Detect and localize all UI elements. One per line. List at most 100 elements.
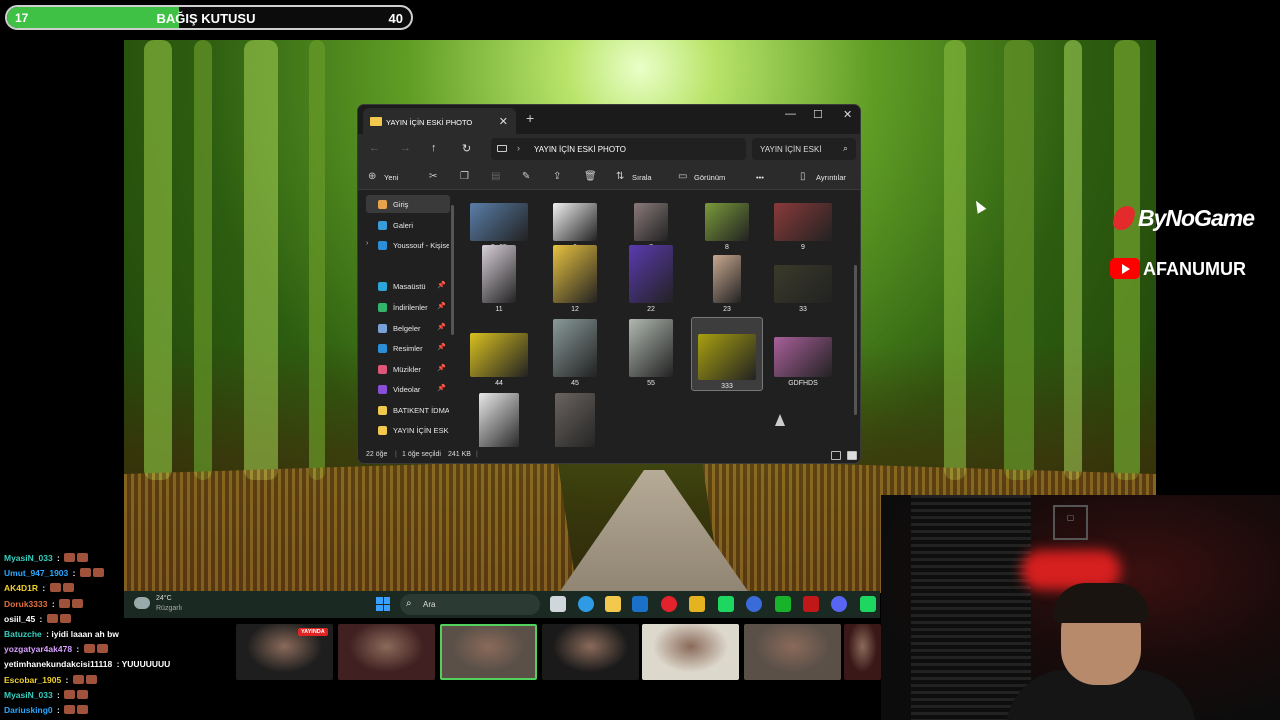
chrome-icon[interactable] <box>689 596 705 612</box>
sidebar-item[interactable]: Müzikler 📌 <box>366 360 450 378</box>
file-item[interactable]: 45 <box>539 317 611 387</box>
copy-icon[interactable]: ❐ <box>460 171 469 182</box>
navigation-scrollbar[interactable] <box>451 205 454 335</box>
sidebar-item[interactable]: BATIKENT İDMAN <box>366 401 450 419</box>
sidebar-item[interactable]: YAYIN İÇİN ESKİ <box>366 421 450 439</box>
file-item[interactable]: 44 <box>463 317 535 387</box>
opera-icon[interactable] <box>661 596 677 612</box>
image-thumbnail <box>555 393 595 449</box>
file-name: 55 <box>647 380 655 387</box>
file-item[interactable] <box>463 391 535 449</box>
search-icon: ⌕ <box>842 143 848 153</box>
chat-username[interactable]: MyasiN_033 <box>4 553 53 563</box>
sidebar-item[interactable]: Belgeler 📌 <box>366 319 450 337</box>
file-item[interactable]: 9 <box>767 191 839 251</box>
breadcrumb[interactable]: YAYIN İÇİN ESKİ PHOTO <box>534 145 626 154</box>
channel-thumbnail[interactable] <box>844 624 881 680</box>
sidebar-item[interactable]: Resimler 📌 <box>366 339 450 357</box>
search-input[interactable]: YAYIN İÇİN ESKİ ⌕ <box>752 138 856 160</box>
chat-username[interactable]: Escobar_1905 <box>4 675 61 685</box>
share-icon[interactable]: ⇪ <box>553 171 561 182</box>
file-explorer-icon[interactable] <box>605 596 621 612</box>
red-app-icon[interactable] <box>803 596 819 612</box>
file-explorer-window[interactable]: YAYIN İÇİN ESKİ PHOTO ✕ + — ☐ ✕ ← → ↑ ↻ … <box>357 104 861 464</box>
address-bar-row: ← → ↑ ↻ › YAYIN İÇİN ESKİ PHOTO YAYIN İÇ… <box>358 134 860 166</box>
spotify-icon[interactable] <box>718 596 734 612</box>
chat-username[interactable]: Dariusking0 <box>4 705 53 715</box>
start-button[interactable] <box>376 597 390 611</box>
sidebar-item[interactable]: Galeri <box>366 216 450 234</box>
file-item[interactable] <box>539 391 611 449</box>
sidebar-item[interactable]: › Youssouf - Kişisel <box>366 236 450 254</box>
details-button[interactable]: Ayrıntılar <box>816 173 846 182</box>
file-item[interactable]: 22 <box>615 243 687 313</box>
chat-username[interactable]: Batuzche <box>4 629 42 639</box>
tab-close-icon[interactable]: ✕ <box>499 115 508 128</box>
taskbar-search[interactable]: ⌕ Ara <box>400 594 540 615</box>
minimize-button[interactable]: — <box>785 108 796 120</box>
file-item[interactable]: 5+65 <box>463 191 535 251</box>
file-item[interactable]: 6 <box>539 191 611 251</box>
back-button[interactable]: ← <box>369 142 380 154</box>
chat-username[interactable]: osiil_45 <box>4 614 35 624</box>
file-item[interactable]: 23 <box>691 243 763 313</box>
paste-icon[interactable]: ▤ <box>491 171 500 182</box>
chat-username[interactable]: AK4D1R <box>4 583 38 593</box>
chat-username[interactable]: Umut_947_1903 <box>4 568 68 578</box>
file-item[interactable]: 33 <box>767 243 839 313</box>
outlook-icon[interactable] <box>632 596 648 612</box>
large-icons-view-icon[interactable] <box>847 451 857 460</box>
channel-thumbnail[interactable] <box>440 624 537 680</box>
cut-icon[interactable]: ✂ <box>429 171 437 182</box>
close-window-button[interactable]: ✕ <box>843 108 852 121</box>
maximize-button[interactable]: ☐ <box>813 108 823 121</box>
sidebar-item[interactable]: Giriş <box>366 195 450 213</box>
edge-icon[interactable] <box>578 596 594 612</box>
chat-username[interactable]: MyasiN_033 <box>4 690 53 700</box>
up-button[interactable]: ↑ <box>431 142 437 154</box>
explorer-tab[interactable]: YAYIN İÇİN ESKİ PHOTO ✕ <box>363 108 516 134</box>
emote-icon <box>59 598 71 608</box>
chat-username[interactable]: Doruk3333 <box>4 599 47 609</box>
address-bar[interactable]: › YAYIN İÇİN ESKİ PHOTO <box>491 138 746 160</box>
new-tab-button[interactable]: + <box>526 110 534 126</box>
sidebar-item[interactable]: Masaüstü 📌 <box>366 277 450 295</box>
delete-icon[interactable]: 🗑 <box>584 171 597 182</box>
channel-thumbnail[interactable] <box>642 624 739 680</box>
gallery-icon <box>378 221 387 230</box>
mouse-cursor-icon <box>775 414 785 426</box>
channel-thumbnail[interactable] <box>542 624 639 680</box>
channel-thumbnail[interactable] <box>744 624 841 680</box>
task-view-icon[interactable] <box>550 596 566 612</box>
more-options-button[interactable]: ••• <box>756 173 764 182</box>
chat-username[interactable]: yetimhanekundakcisi11118 <box>4 659 112 669</box>
file-item[interactable]: 333 <box>691 317 763 391</box>
new-button[interactable]: Yeni <box>384 173 398 182</box>
view-icon: ▭ <box>678 171 688 182</box>
chat-username[interactable]: yozgatyar4ak478 <box>4 644 72 654</box>
rename-icon[interactable]: ✎ <box>522 171 530 182</box>
file-item[interactable]: 8 <box>691 191 763 251</box>
details-view-icon[interactable] <box>831 451 841 460</box>
chevron-right-icon[interactable]: › <box>366 240 368 247</box>
sort-button[interactable]: Sırala <box>632 173 652 182</box>
file-item[interactable]: 11 <box>463 243 535 313</box>
donation-title: BAĞIŞ KUTUSU <box>156 11 256 26</box>
file-item[interactable]: 7 <box>615 191 687 251</box>
file-item[interactable]: GDFHDS <box>767 317 839 387</box>
channel-thumbnail[interactable] <box>338 624 435 680</box>
sidebar-item[interactable]: Videolar 📌 <box>366 380 450 398</box>
triangle-app-icon[interactable] <box>746 596 762 612</box>
view-button[interactable]: Görünüm <box>694 173 725 182</box>
discord-icon[interactable] <box>831 596 847 612</box>
refresh-button[interactable]: ↻ <box>462 142 471 155</box>
channel-thumbnail[interactable]: YAYINDA <box>236 624 333 680</box>
sidebar-item[interactable]: İndirilenler 📌 <box>366 298 450 316</box>
file-item[interactable]: 12 <box>539 243 611 313</box>
spotify-icon[interactable] <box>860 596 876 612</box>
file-grid-scrollbar[interactable] <box>854 265 857 415</box>
green-app-icon[interactable] <box>775 596 791 612</box>
file-item[interactable]: 55 <box>615 317 687 387</box>
forward-button[interactable]: → <box>400 142 411 154</box>
emote-icon <box>72 598 84 608</box>
